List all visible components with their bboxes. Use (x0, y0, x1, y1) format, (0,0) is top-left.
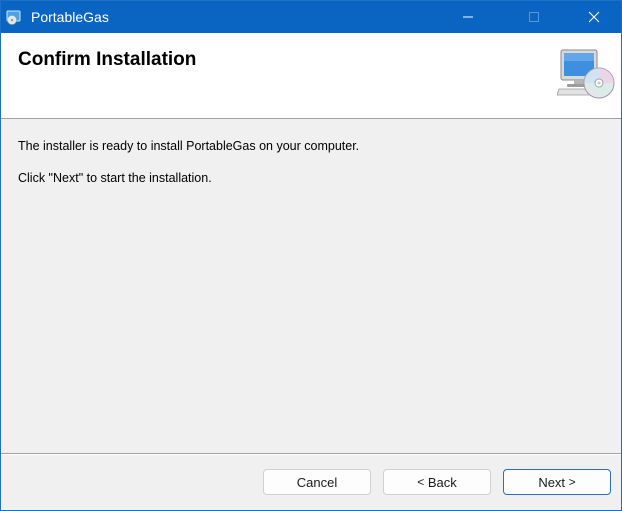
instruction-message: Click "Next" to start the installation. (18, 171, 212, 185)
chevron-left-icon: < (417, 475, 425, 489)
ready-message: The installer is ready to install Portab… (18, 139, 360, 153)
installer-window: PortableGas Confirm Installation The ins… (0, 0, 622, 511)
minimize-icon (463, 16, 473, 18)
minimize-button[interactable] (445, 1, 491, 33)
maximize-button (511, 1, 557, 33)
cancel-label: Cancel (296, 474, 338, 490)
back-button[interactable]: < Back (383, 469, 491, 495)
back-label: Back (427, 474, 457, 490)
page-title: Confirm Installation (18, 49, 197, 70)
computer-cd-icon (556, 47, 617, 103)
window-title: PortableGas (31, 9, 109, 25)
close-button[interactable] (571, 1, 617, 33)
cancel-button[interactable]: Cancel (263, 469, 371, 495)
installer-app-icon (6, 9, 22, 25)
close-icon (588, 11, 600, 23)
footer-divider (1, 453, 621, 455)
installer-header: Confirm Installation (1, 33, 621, 119)
title-bar[interactable]: PortableGas (1, 1, 621, 33)
chevron-right-icon: > (568, 475, 576, 489)
next-button[interactable]: Next > (503, 469, 611, 495)
maximize-icon (529, 12, 539, 22)
next-label: Next (538, 474, 566, 490)
